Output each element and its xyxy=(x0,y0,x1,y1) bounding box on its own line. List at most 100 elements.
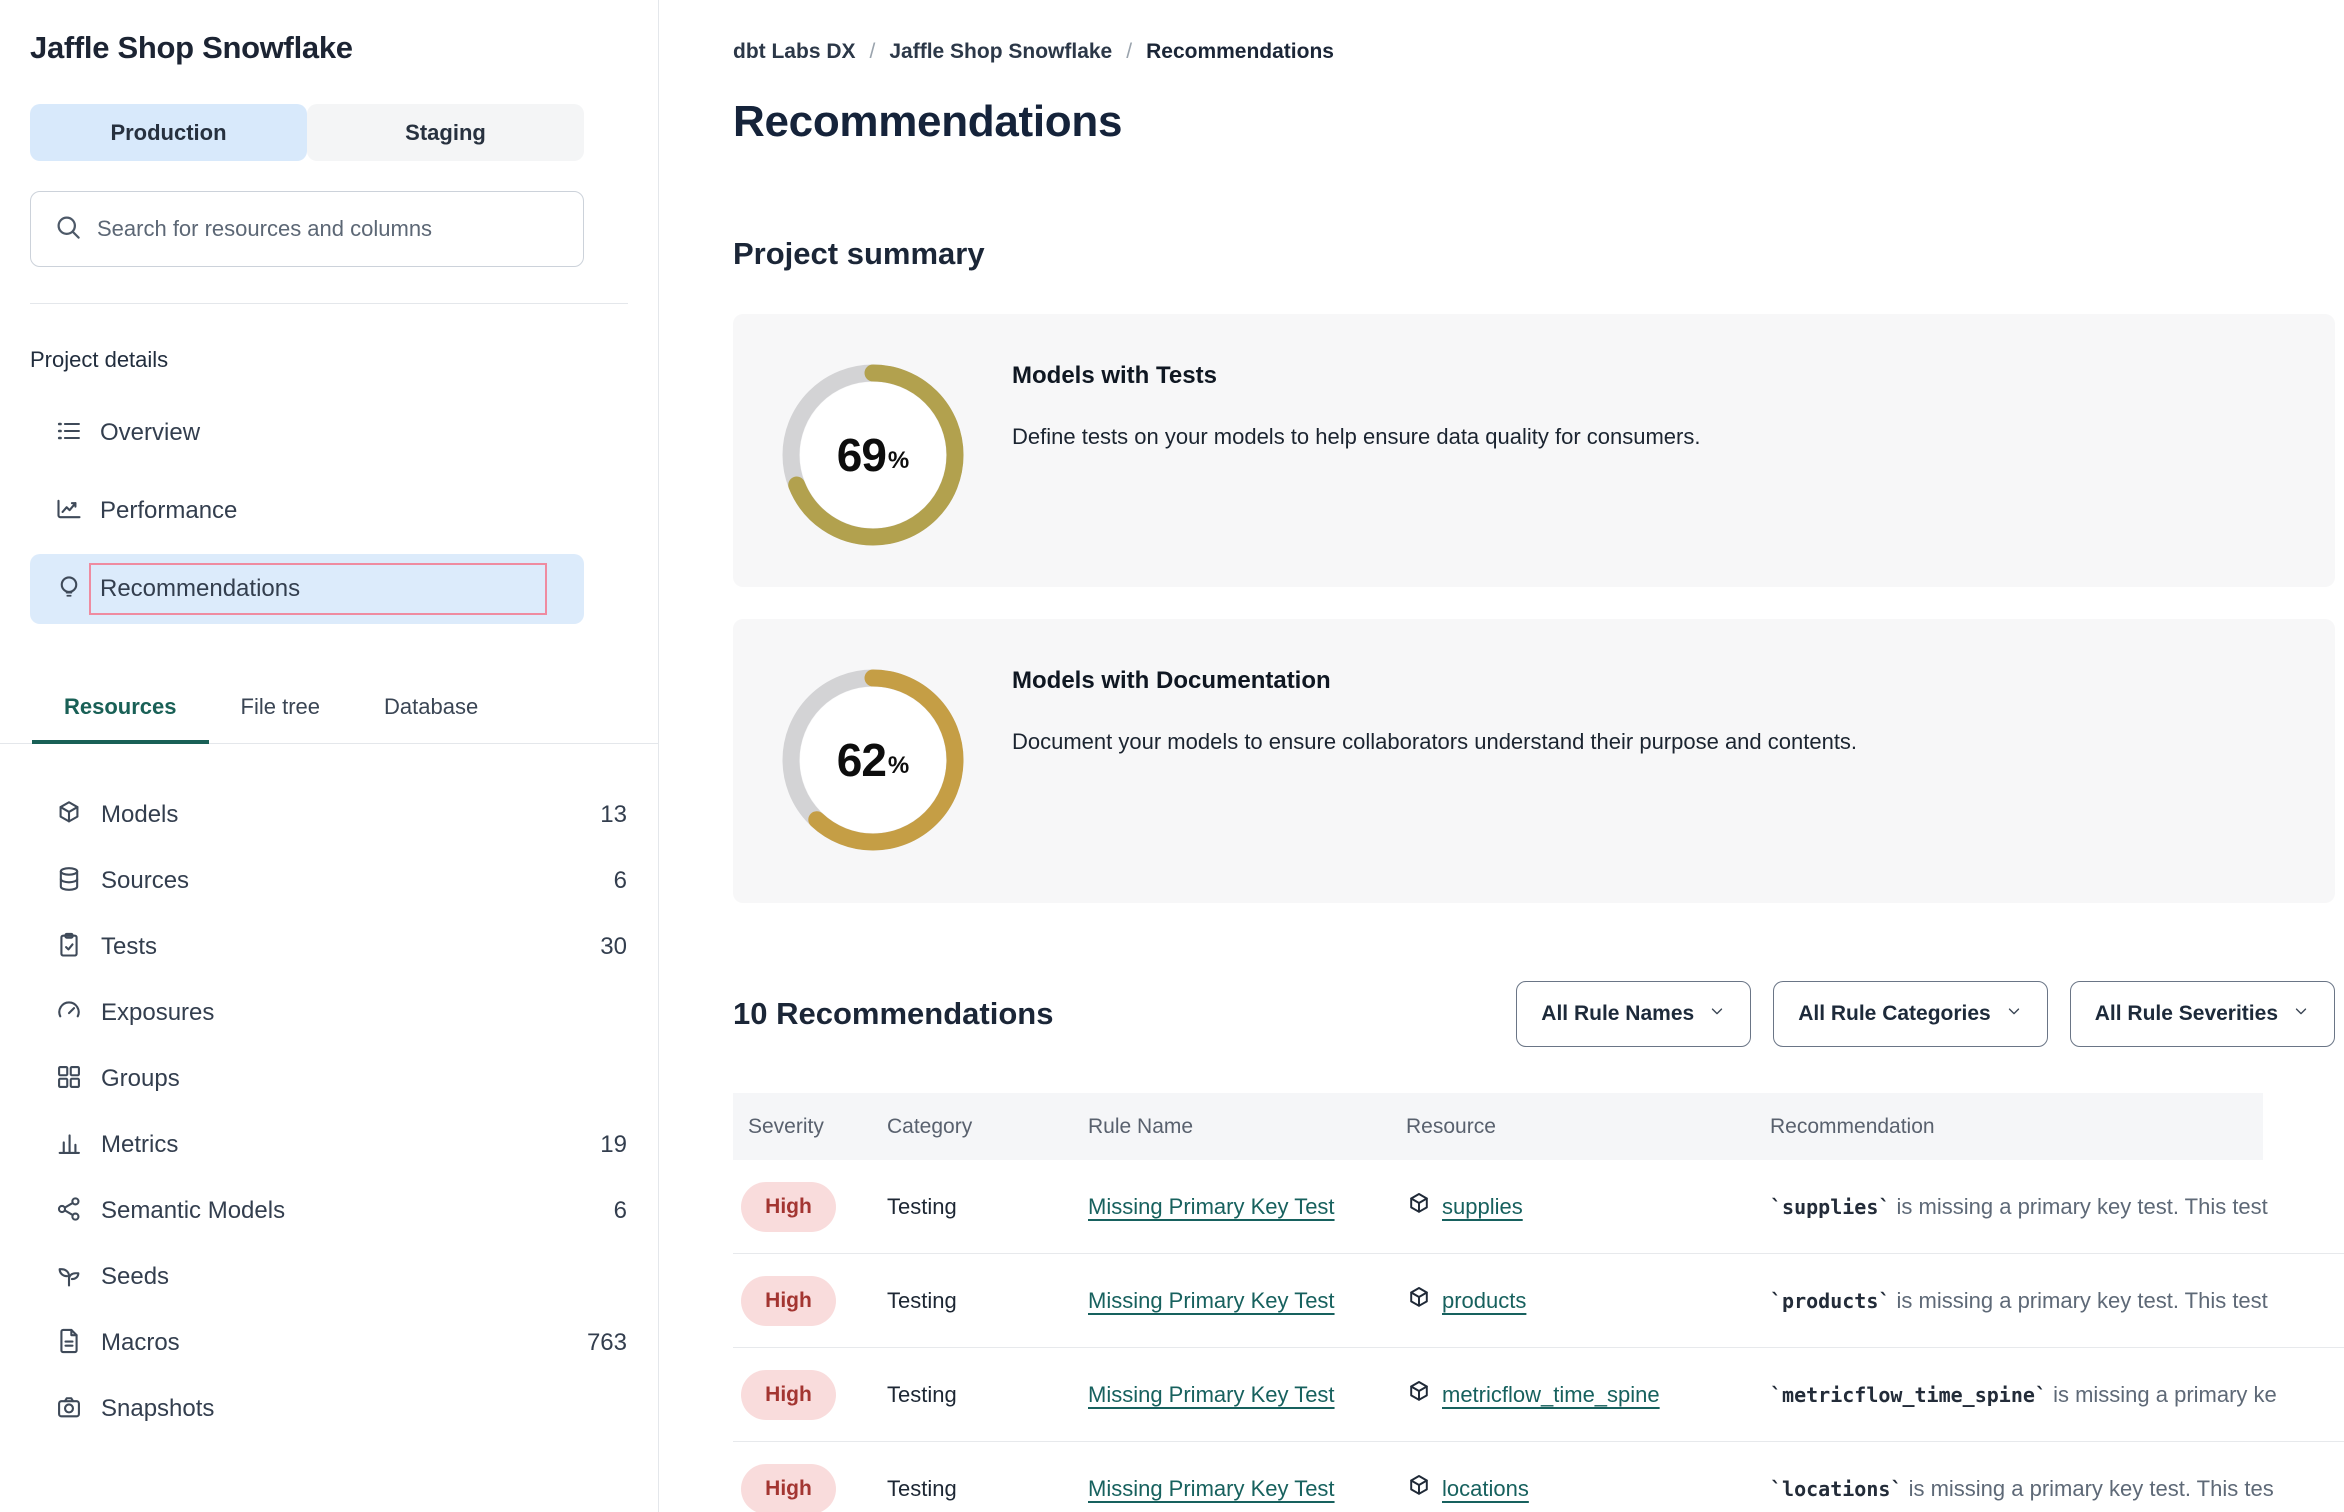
card-title: Models with Documentation xyxy=(1012,665,1857,697)
project-details-label: Project details xyxy=(30,346,628,374)
rule-name-link[interactable]: Missing Primary Key Test xyxy=(1088,1476,1335,1501)
severity-badge: High xyxy=(741,1370,836,1420)
severity-badge: High xyxy=(741,1182,836,1232)
donut-chart-documentation: 62 % xyxy=(778,665,968,855)
donut-percent-value: 69 xyxy=(837,428,886,482)
sidebar-item-snapshots[interactable]: Snapshots xyxy=(30,1376,627,1442)
summary-card-models-with-tests: 69 % Models with Tests Define tests on y… xyxy=(733,314,2335,587)
breadcrumb-separator: / xyxy=(1126,38,1132,66)
resource-count: 6 xyxy=(614,867,627,895)
resource-code: `metricflow_time_spine` xyxy=(1770,1383,2047,1407)
severity-badge: High xyxy=(741,1464,836,1512)
cube-icon xyxy=(1406,1473,1432,1504)
tab-file-tree[interactable]: File tree xyxy=(209,674,352,744)
project-title: Jaffle Shop Snowflake xyxy=(30,28,628,68)
resource-count: 30 xyxy=(600,933,627,961)
filter-label: All Rule Severities xyxy=(2095,1002,2278,1026)
table-header: Severity Category Rule Name Resource Rec… xyxy=(733,1093,2263,1160)
resource-count: 13 xyxy=(600,801,627,829)
environment-tabs: Production Staging xyxy=(30,104,584,161)
filter-rule-severities-dropdown[interactable]: All Rule Severities xyxy=(2070,981,2335,1047)
filters: All Rule Names All Rule Categories All R… xyxy=(1516,981,2335,1047)
resource-link[interactable]: metricflow_time_spine xyxy=(1442,1382,1660,1408)
filter-rule-names-dropdown[interactable]: All Rule Names xyxy=(1516,981,1751,1047)
category-cell: Testing xyxy=(887,1382,1088,1408)
list-icon xyxy=(55,417,83,450)
table-row: High Testing Missing Primary Key Test pr… xyxy=(733,1254,2344,1348)
recommendation-cell: `supplies` is missing a primary key test… xyxy=(1770,1194,2344,1220)
donut-percent-value: 62 xyxy=(837,733,886,787)
resource-code: `products` xyxy=(1770,1289,1890,1313)
filter-rule-categories-dropdown[interactable]: All Rule Categories xyxy=(1773,981,2048,1047)
column-header-recommendation: Recommendation xyxy=(1770,1115,2263,1139)
tab-resources[interactable]: Resources xyxy=(32,674,209,744)
table-row: High Testing Missing Primary Key Test me… xyxy=(733,1348,2344,1442)
card-description: Document your models to ensure collabora… xyxy=(1012,727,1857,757)
rule-name-link[interactable]: Missing Primary Key Test xyxy=(1088,1288,1335,1313)
filter-label: All Rule Names xyxy=(1541,1002,1694,1026)
table-row: High Testing Missing Primary Key Test su… xyxy=(733,1160,2344,1254)
bar-chart-icon xyxy=(55,1129,83,1162)
chart-line-icon xyxy=(55,495,83,528)
file-text-icon xyxy=(55,1327,83,1360)
sidebar-item-macros[interactable]: Macros 763 xyxy=(30,1310,627,1376)
resource-link[interactable]: locations xyxy=(1442,1476,1529,1502)
breadcrumb-separator: / xyxy=(870,38,876,66)
resource-count: 19 xyxy=(600,1131,627,1159)
sidebar-item-groups[interactable]: Groups xyxy=(30,1046,627,1112)
tab-database[interactable]: Database xyxy=(352,674,510,744)
column-header-resource: Resource xyxy=(1406,1115,1770,1139)
breadcrumb-item[interactable]: Jaffle Shop Snowflake xyxy=(889,38,1112,66)
main-content: dbt Labs DX / Jaffle Shop Snowflake / Re… xyxy=(659,0,2344,1512)
tab-staging[interactable]: Staging xyxy=(307,104,584,161)
chevron-down-icon xyxy=(1708,1002,1726,1026)
clipboard-check-icon xyxy=(55,931,83,964)
filter-label: All Rule Categories xyxy=(1798,1002,1991,1026)
resource-list: Models 13 Sources 6 Tests 30 Exposures xyxy=(0,782,658,1442)
tab-production[interactable]: Production xyxy=(30,104,307,161)
sidebar-item-seeds[interactable]: Seeds xyxy=(30,1244,627,1310)
column-header-category: Category xyxy=(887,1115,1088,1139)
lightbulb-icon xyxy=(55,573,83,606)
recommendation-cell: `metricflow_time_spine` is missing a pri… xyxy=(1770,1382,2344,1408)
project-nav: Overview Performance Recommendations xyxy=(30,398,628,624)
recommendations-count-heading: 10 Recommendations xyxy=(733,996,1053,1032)
sidebar-item-performance[interactable]: Performance xyxy=(30,476,584,546)
resource-code: `locations` xyxy=(1770,1477,1902,1501)
resource-link[interactable]: supplies xyxy=(1442,1194,1523,1220)
sidebar-item-models[interactable]: Models 13 xyxy=(30,782,627,848)
resource-count: 6 xyxy=(614,1197,627,1225)
breadcrumb-item[interactable]: dbt Labs DX xyxy=(733,38,856,66)
breadcrumb: dbt Labs DX / Jaffle Shop Snowflake / Re… xyxy=(733,38,2344,66)
search-box[interactable] xyxy=(30,191,584,267)
sprout-icon xyxy=(55,1261,83,1294)
chevron-down-icon xyxy=(2292,1002,2310,1026)
resource-label: Groups xyxy=(101,1065,180,1093)
resource-label: Macros xyxy=(101,1329,180,1357)
share-network-icon xyxy=(55,1195,83,1228)
search-input[interactable] xyxy=(97,216,561,242)
resource-link[interactable]: products xyxy=(1442,1288,1526,1314)
sidebar-item-tests[interactable]: Tests 30 xyxy=(30,914,627,980)
donut-percent-sign: % xyxy=(888,752,909,780)
recommendations-header: 10 Recommendations All Rule Names All Ru… xyxy=(733,981,2335,1047)
summary-card-models-with-documentation: 62 % Models with Documentation Document … xyxy=(733,619,2335,903)
sidebar-item-semantic-models[interactable]: Semantic Models 6 xyxy=(30,1178,627,1244)
sidebar-item-sources[interactable]: Sources 6 xyxy=(30,848,627,914)
sidebar-item-recommendations[interactable]: Recommendations xyxy=(30,554,584,624)
sidebar-item-metrics[interactable]: Metrics 19 xyxy=(30,1112,627,1178)
recommendation-text: is missing a primary ke xyxy=(2047,1382,2277,1407)
rule-name-link[interactable]: Missing Primary Key Test xyxy=(1088,1382,1335,1407)
resource-label: Exposures xyxy=(101,999,214,1027)
column-header-severity: Severity xyxy=(733,1115,887,1139)
page-title: Recommendations xyxy=(733,94,2344,150)
table-row: High Testing Missing Primary Key Test lo… xyxy=(733,1442,2344,1512)
rule-name-link[interactable]: Missing Primary Key Test xyxy=(1088,1194,1335,1219)
sidebar-item-exposures[interactable]: Exposures xyxy=(30,980,627,1046)
resource-label: Snapshots xyxy=(101,1395,214,1423)
resource-label: Seeds xyxy=(101,1263,169,1291)
severity-badge: High xyxy=(741,1276,836,1326)
sidebar-item-overview[interactable]: Overview xyxy=(30,398,584,468)
sidebar: Jaffle Shop Snowflake Production Staging… xyxy=(0,0,659,1512)
resource-code: `supplies` xyxy=(1770,1195,1890,1219)
